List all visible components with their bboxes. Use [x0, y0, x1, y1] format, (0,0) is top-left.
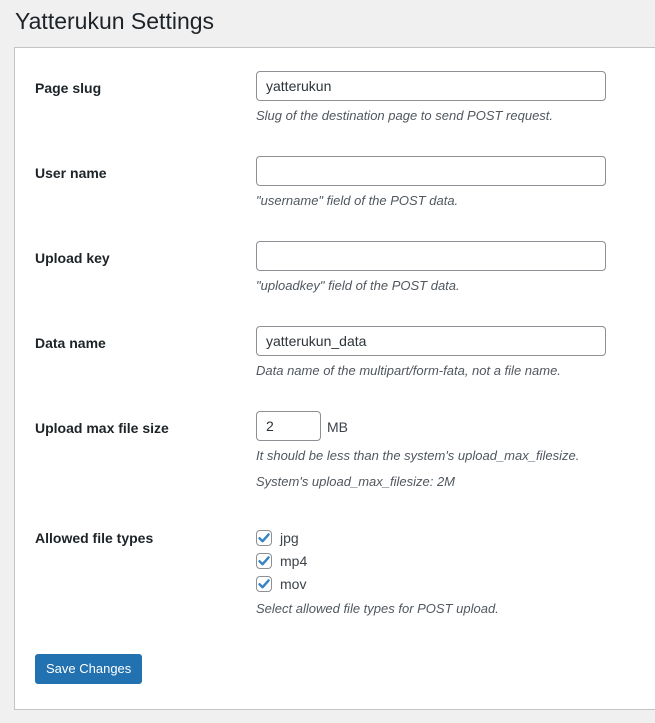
page-slug-label: Page slug [35, 80, 102, 96]
upload-max-file-size-description: It should be less than the system's uplo… [256, 448, 580, 463]
checkbox-mov[interactable] [256, 576, 272, 592]
upload-max-file-size-label: Upload max file size [35, 420, 169, 436]
user-name-input[interactable] [256, 156, 606, 186]
allowed-file-types-description: Select allowed file types for POST uploa… [256, 601, 499, 616]
file-type-label-jpg: jpg [280, 530, 299, 546]
upload-key-description: "uploadkey" field of the POST data. [256, 278, 460, 293]
user-name-description: "username" field of the POST data. [256, 193, 459, 208]
upload-key-input[interactable] [256, 241, 606, 271]
page-slug-input[interactable] [256, 71, 606, 101]
checkmark-icon [258, 556, 270, 566]
save-changes-button[interactable]: Save Changes [35, 654, 143, 684]
checkmark-icon [258, 533, 270, 543]
file-type-option-jpg[interactable]: jpg [256, 529, 299, 547]
file-type-option-mov[interactable]: mov [256, 575, 306, 593]
page-title: Yatterukun Settings [15, 8, 215, 34]
system-upload-max-filesize-note: System's upload_max_filesize: 2M [256, 474, 456, 489]
file-type-label-mp4: mp4 [280, 553, 308, 569]
page-slug-description: Slug of the destination page to send POS… [256, 108, 554, 123]
data-name-description: Data name of the multipart/form-fata, no… [256, 363, 561, 378]
file-type-label-mov: mov [280, 576, 307, 592]
upload-key-label: Upload key [35, 250, 110, 266]
data-name-input[interactable] [256, 326, 606, 356]
upload-max-file-size-input[interactable] [256, 411, 321, 441]
allowed-file-types-label: Allowed file types [35, 530, 154, 546]
file-type-option-mp4[interactable]: mp4 [256, 552, 307, 570]
checkbox-mp4[interactable] [256, 553, 272, 569]
checkbox-jpg[interactable] [256, 530, 272, 546]
data-name-label: Data name [35, 335, 106, 351]
user-name-label: User name [35, 165, 107, 181]
file-size-unit: MB [327, 419, 348, 435]
checkmark-icon [258, 579, 270, 589]
